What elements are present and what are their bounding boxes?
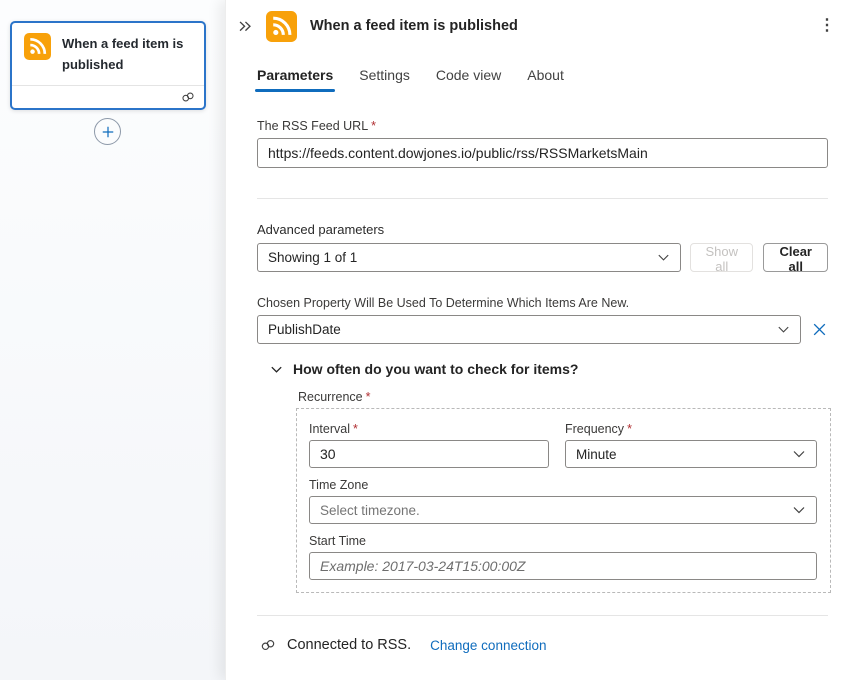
connection-link-icon [180,89,196,105]
rss-url-label: The RSS Feed URL* [257,119,828,133]
clear-all-button[interactable]: Clear all [763,243,828,272]
tab-code-view[interactable]: Code view [436,67,501,92]
collapse-panel-icon[interactable] [234,15,256,37]
start-time-label: Start Time [309,534,817,548]
trigger-card-main: When a feed item is published [12,23,204,85]
timezone-label: Time Zone [309,478,817,492]
flow-canvas: When a feed item is published [0,0,225,680]
advanced-parameters-value: Showing 1 of 1 [268,250,357,265]
rss-icon [24,33,51,60]
panel-tabs: Parameters Settings Code view About [257,67,828,92]
chosen-property-value: PublishDate [268,322,341,337]
tab-settings[interactable]: Settings [359,67,410,92]
add-action-button[interactable] [94,118,121,145]
chevron-down-icon [791,502,807,518]
panel-header: When a feed item is published ⋮ [234,10,838,42]
tab-about[interactable]: About [527,67,564,92]
frequency-value: Minute [576,447,617,462]
change-connection-link[interactable]: Change connection [430,638,546,653]
schedule-section-title: How often do you want to check for items… [293,361,578,377]
frequency-dropdown[interactable]: Minute [565,440,817,468]
timezone-placeholder: Select timezone. [320,503,420,518]
connection-status-row: Connected to RSS. Change connection [259,636,828,654]
chevron-down-icon [776,322,791,337]
recurrence-label: Recurrence* [257,390,828,404]
more-menu-icon[interactable]: ⋮ [816,15,838,37]
trigger-card-footer [12,85,204,108]
start-time-input[interactable] [309,552,817,580]
panel-title: When a feed item is published [307,18,806,34]
chevron-down-icon [656,250,671,265]
advanced-parameters-label: Advanced parameters [257,222,828,237]
connection-link-icon [259,636,277,654]
chevron-down-icon [791,446,807,462]
interval-input[interactable] [309,440,549,468]
required-asterisk: * [350,422,358,436]
required-asterisk: * [363,390,371,404]
trigger-settings-panel: When a feed item is published ⋮ Paramete… [225,0,850,680]
tab-parameters[interactable]: Parameters [257,67,333,92]
trigger-card[interactable]: When a feed item is published [10,21,206,110]
interval-label: Interval* [309,422,549,436]
trigger-card-title: When a feed item is published [62,33,194,76]
required-asterisk: * [368,119,376,133]
chosen-property-dropdown[interactable]: PublishDate [257,315,801,344]
chosen-property-label: Chosen Property Will Be Used To Determin… [257,296,828,310]
rss-url-input[interactable] [257,138,828,168]
schedule-section-header[interactable]: How often do you want to check for items… [257,361,828,377]
recurrence-group: Interval* Frequency* Minute [296,408,831,593]
required-asterisk: * [624,422,632,436]
chevron-down-icon [269,362,284,377]
timezone-dropdown[interactable]: Select timezone. [309,496,817,524]
remove-parameter-icon[interactable] [810,319,828,341]
connection-status-text: Connected to RSS. [287,637,411,653]
show-all-button[interactable]: Show all [690,243,753,272]
advanced-parameters-dropdown[interactable]: Showing 1 of 1 [257,243,681,272]
footer-divider [257,615,828,616]
frequency-label: Frequency* [565,422,817,436]
rss-icon [266,11,297,42]
section-divider [257,198,828,199]
